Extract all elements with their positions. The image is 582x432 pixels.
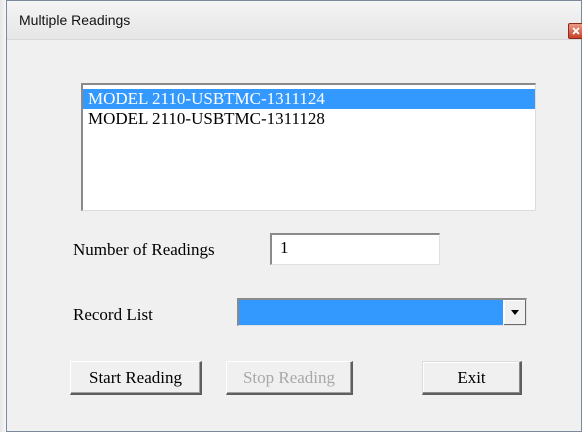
stop-reading-button[interactable]: Stop Reading xyxy=(226,361,353,395)
dialog-body: MODEL 2110-USBTMC-1311124 MODEL 2110-USB… xyxy=(7,40,581,431)
chevron-down-icon xyxy=(511,309,519,315)
number-of-readings-label: Number of Readings xyxy=(73,240,215,259)
close-button[interactable] xyxy=(568,23,582,39)
number-of-readings-input[interactable]: 1 xyxy=(270,233,440,265)
device-list-item[interactable]: MODEL 2110-USBTMC-1311128 xyxy=(83,109,535,129)
start-reading-button[interactable]: Start Reading xyxy=(70,361,202,395)
dropdown-arrow-button[interactable] xyxy=(503,300,526,325)
window-title: Multiple Readings xyxy=(19,12,131,28)
close-icon xyxy=(571,27,580,35)
device-listbox[interactable]: MODEL 2110-USBTMC-1311124 MODEL 2110-USB… xyxy=(81,83,536,211)
device-list-item[interactable]: MODEL 2110-USBTMC-1311124 xyxy=(83,89,535,109)
dialog-window: Multiple Readings MODEL 2110-USBTMC-1311… xyxy=(6,0,582,432)
title-bar[interactable]: Multiple Readings xyxy=(7,1,582,40)
record-list-label: Record List xyxy=(73,305,153,324)
exit-button[interactable]: Exit xyxy=(422,361,522,395)
record-list-dropdown[interactable] xyxy=(237,298,527,326)
